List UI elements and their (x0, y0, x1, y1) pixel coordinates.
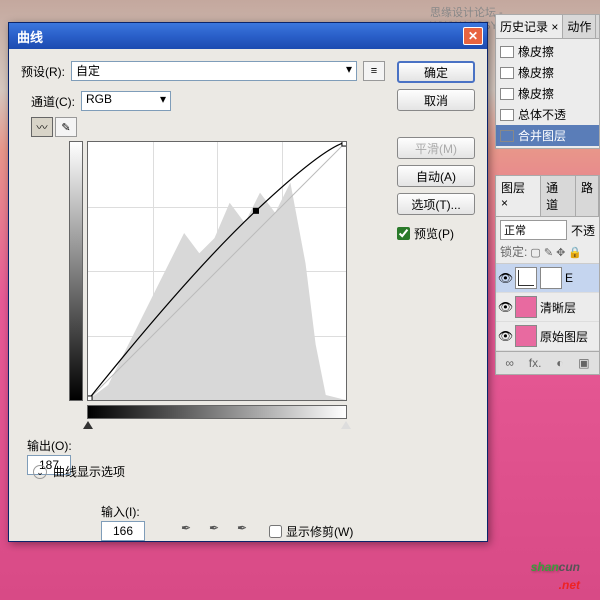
channel-select[interactable]: RGB▾ (81, 91, 171, 111)
output-gradient (69, 141, 83, 401)
chevron-down-icon: ⌄ (33, 465, 47, 479)
watermark-logo: shancun .net (531, 550, 580, 592)
merge-icon (500, 130, 514, 142)
smooth-button: 平滑(M) (397, 137, 475, 159)
visibility-icon[interactable]: 👁 (498, 271, 512, 285)
curves-dialog: 曲线 ✕ 预设(R): 自定▾ ≡ 通道(C): RGB▾ 〰 ✎ (8, 22, 488, 542)
visibility-icon[interactable]: 👁 (498, 300, 512, 314)
layer-mask-thumb (540, 267, 562, 289)
layer-row[interactable]: 👁 E (496, 264, 599, 293)
eraser-icon (500, 46, 514, 58)
preview-checkbox[interactable]: 预览(P) (397, 225, 475, 242)
cancel-button[interactable]: 取消 (397, 89, 475, 111)
history-item[interactable]: 橡皮擦 (496, 62, 599, 83)
curve-display-options-toggle[interactable]: ⌄ 曲线显示选项 (33, 463, 125, 480)
tab-history[interactable]: 历史记录 × (496, 15, 563, 38)
preset-menu-button[interactable]: ≡ (363, 61, 385, 81)
history-item[interactable]: 合并图层 (496, 125, 599, 146)
tab-layers[interactable]: 图层 × (496, 176, 541, 216)
eraser-icon (500, 67, 514, 79)
white-point-slider[interactable] (341, 421, 351, 429)
white-eyedropper-icon[interactable]: ✒ (237, 521, 255, 539)
gray-eyedropper-icon[interactable]: ✒ (209, 521, 227, 539)
layers-footer: ∞ fx. ◐ ▣ (496, 351, 599, 374)
curve-point (253, 208, 259, 214)
layer-thumb (515, 325, 537, 347)
curve-pencil-tool[interactable]: ✎ (55, 117, 77, 137)
titlebar[interactable]: 曲线 ✕ (9, 23, 487, 49)
history-item[interactable]: 橡皮擦 (496, 41, 599, 62)
adjust-icon[interactable]: ▣ (578, 356, 589, 370)
curve-editor[interactable]: 输出(O): 187 输入(I): 166 ✒ ✒ ✒ 显示修剪(W) (31, 141, 385, 401)
tab-actions[interactable]: 动作 (563, 15, 596, 38)
history-item[interactable]: 橡皮擦 (496, 83, 599, 104)
ok-button[interactable]: 确定 (397, 61, 475, 83)
layer-thumb (515, 267, 537, 289)
options-button[interactable]: 选项(T)... (397, 193, 475, 215)
auto-button[interactable]: 自动(A) (397, 165, 475, 187)
layer-row[interactable]: 👁 清晰层 (496, 293, 599, 322)
curve-line[interactable] (88, 142, 346, 400)
tab-channels[interactable]: 通道 (541, 176, 576, 216)
black-point-slider[interactable] (83, 421, 93, 429)
tab-paths[interactable]: 路 (576, 176, 599, 216)
mask-icon[interactable]: ◐ (556, 356, 563, 370)
curve-point-tool[interactable]: 〰 (31, 117, 53, 137)
blend-mode-select[interactable]: 正常 (500, 220, 567, 240)
input-value[interactable]: 166 (101, 521, 145, 541)
preset-label: 预设(R): (21, 63, 65, 80)
channel-label: 通道(C): (31, 93, 75, 110)
layer-row[interactable]: 👁 原始图层 (496, 322, 599, 351)
eraser-icon (500, 88, 514, 100)
fx-icon[interactable]: fx. (529, 356, 542, 370)
black-eyedropper-icon[interactable]: ✒ (181, 521, 199, 539)
input-gradient (87, 405, 347, 419)
layer-thumb (515, 296, 537, 318)
visibility-icon[interactable]: 👁 (498, 329, 512, 343)
dialog-title: 曲线 (13, 27, 463, 46)
preset-select[interactable]: 自定▾ (71, 61, 357, 81)
input-label: 输入(I): (101, 503, 140, 520)
history-panel: 历史记录 × 动作 橡皮擦 橡皮擦 橡皮擦 总体不透 合并图层 (495, 14, 600, 149)
link-icon[interactable]: ∞ (505, 356, 514, 370)
history-item[interactable]: 总体不透 (496, 104, 599, 125)
close-button[interactable]: ✕ (463, 27, 483, 45)
show-clipping-checkbox[interactable]: 显示修剪(W) (269, 523, 353, 540)
layers-panel: 图层 × 通道 路 正常 不透 锁定: ▢ ✎ ✥ 🔒 👁 E 👁 清晰层 👁 … (495, 175, 600, 375)
opacity-label: 不透 (571, 222, 595, 239)
output-label: 输出(O): (27, 437, 72, 454)
opacity-icon (500, 109, 514, 121)
